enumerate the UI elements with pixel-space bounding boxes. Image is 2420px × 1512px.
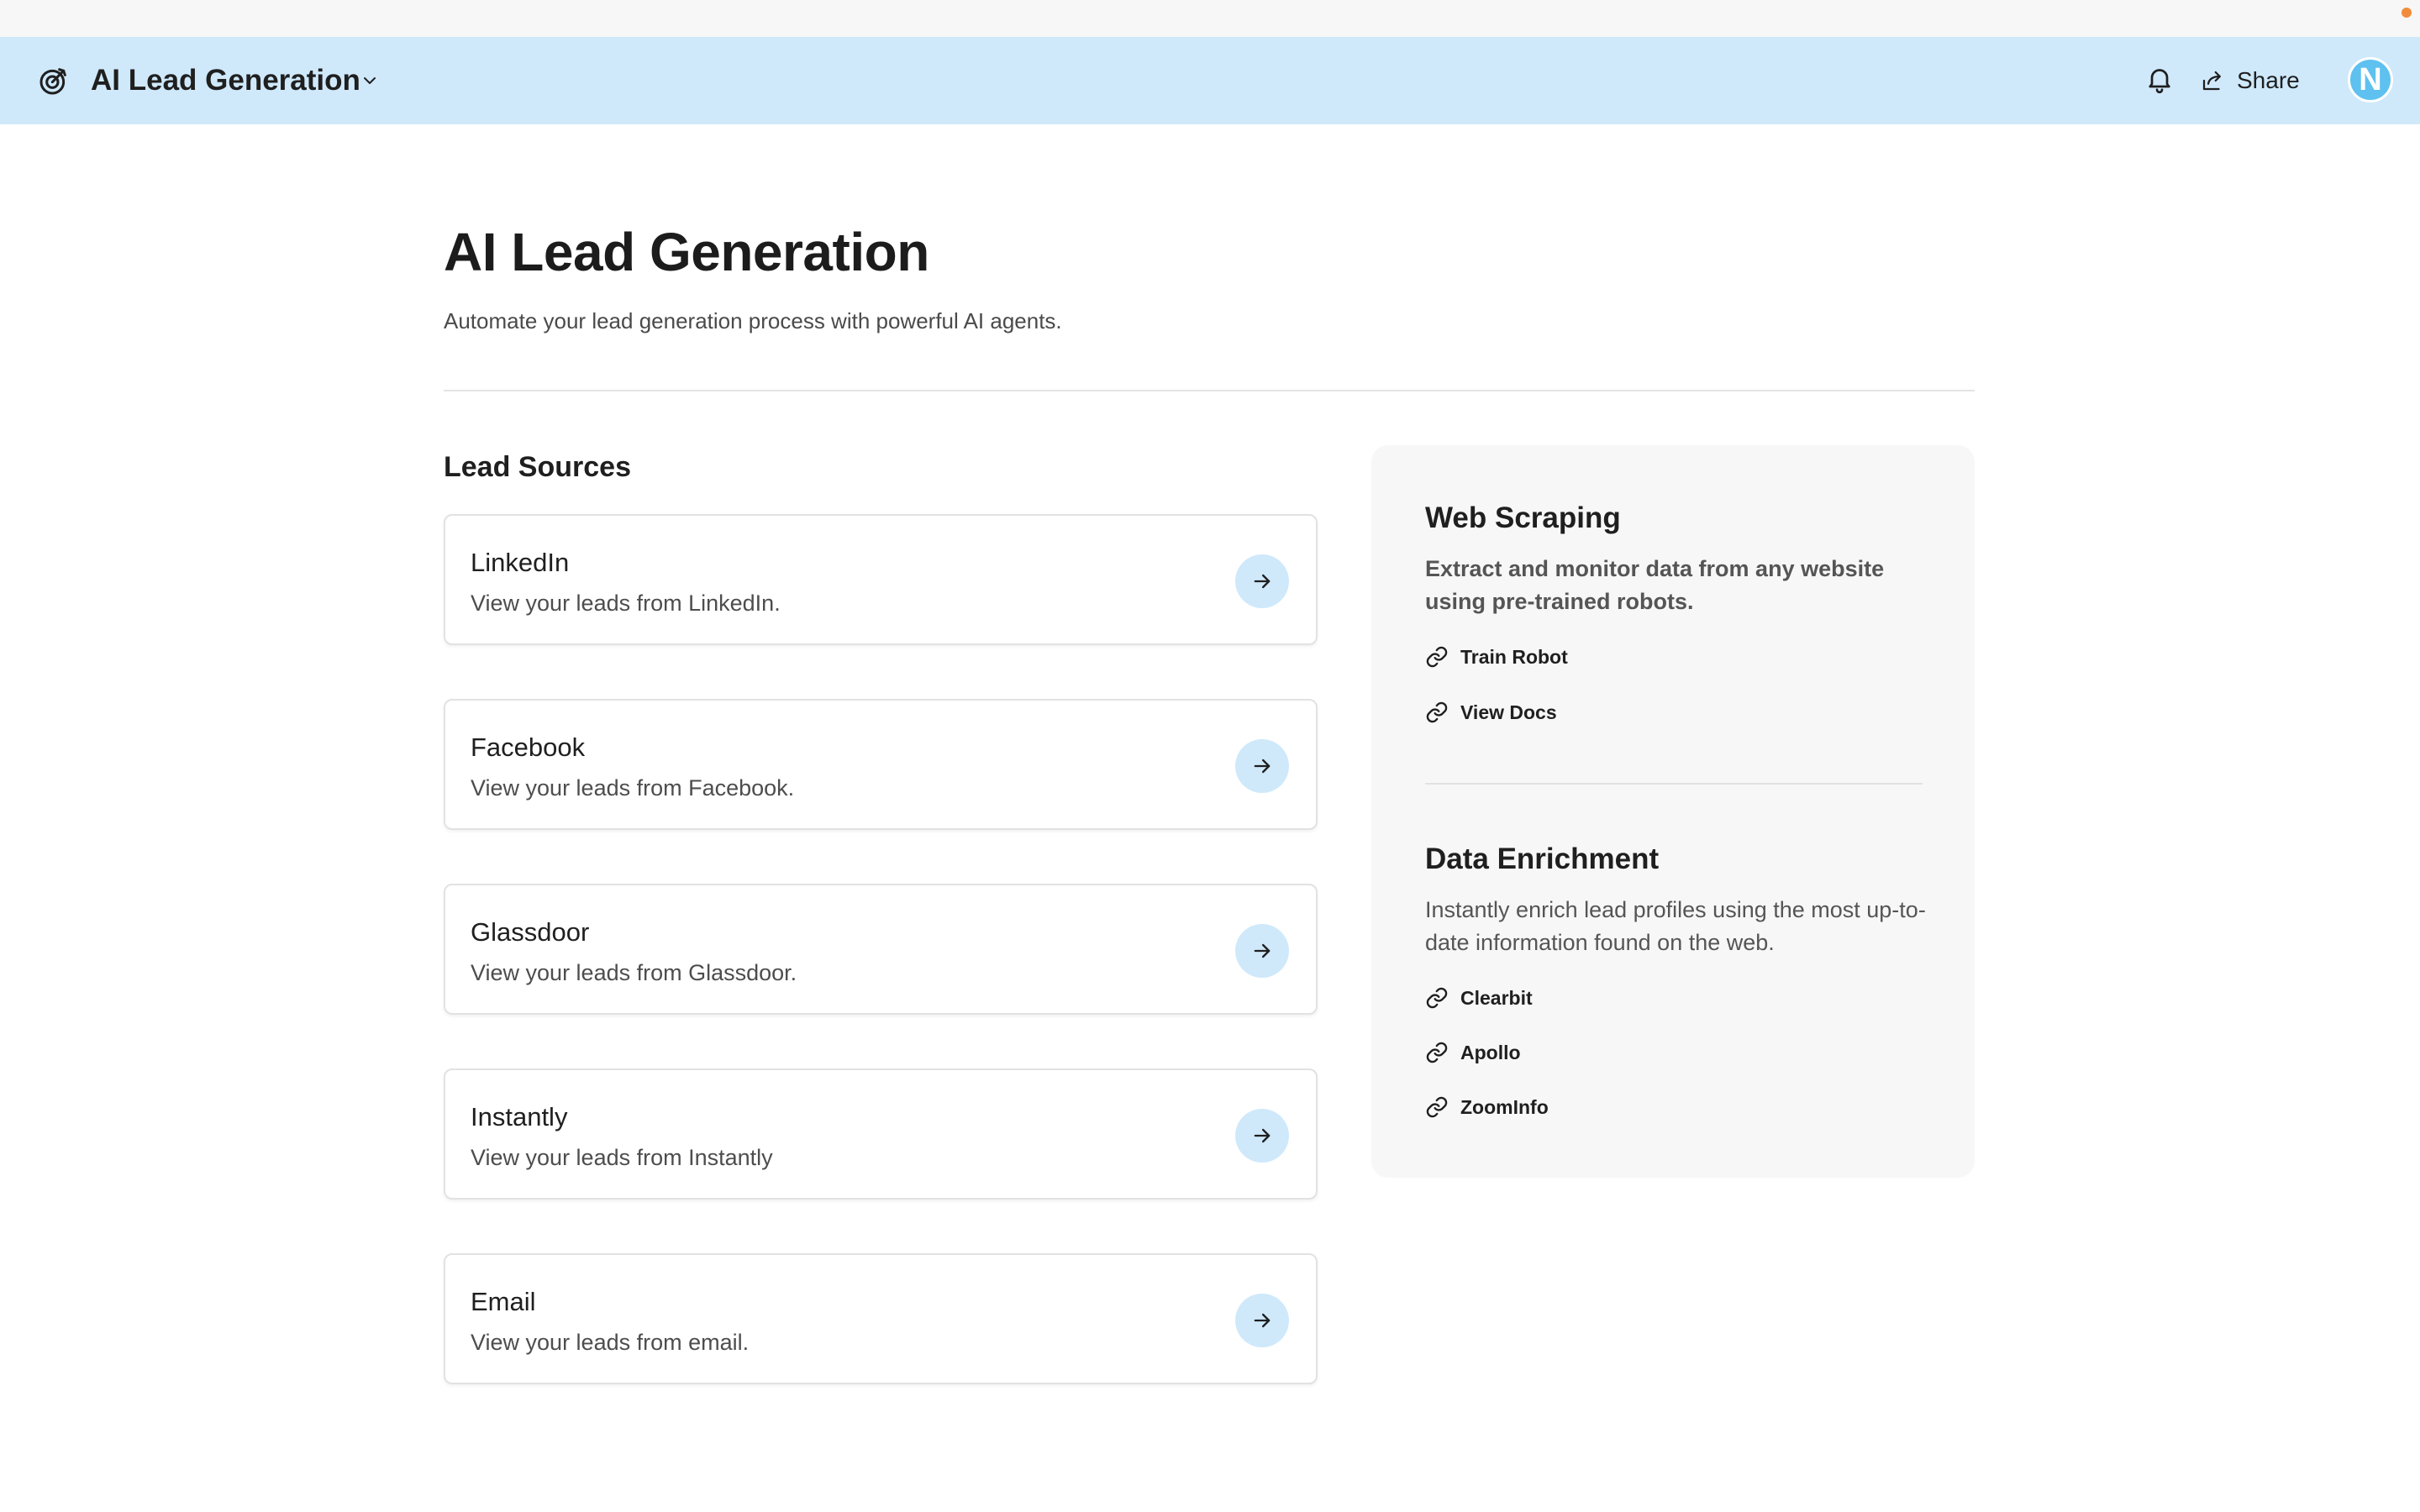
card-title: LinkedIn — [471, 548, 570, 577]
link-icon — [1426, 701, 1448, 723]
panel-divider — [1425, 783, 1923, 785]
link-label: Clearbit — [1460, 987, 1533, 1009]
open-button[interactable] — [1235, 554, 1289, 608]
open-button[interactable] — [1235, 924, 1289, 978]
share-button[interactable]: Share — [2200, 62, 2300, 99]
lead-source-card-linkedin[interactable]: LinkedIn View your leads from LinkedIn. — [444, 514, 1318, 645]
arrow-right-icon — [1254, 943, 1270, 958]
window-top-strip — [0, 0, 2420, 37]
card-description: View your leads from Glassdoor. — [471, 960, 797, 985]
web-scraping-title: Web Scraping — [1425, 501, 1621, 534]
train-robot-link[interactable]: Train Robot — [1425, 643, 1568, 670]
link-label: View Docs — [1460, 701, 1557, 723]
app-title[interactable]: AI Lead Generation — [91, 60, 360, 101]
data-enrichment-description: Instantly enrich lead profiles using the… — [1425, 897, 1926, 955]
card-description: View your leads from LinkedIn. — [471, 591, 781, 616]
tools-panel: Web Scraping Extract and monitor data fr… — [1371, 445, 1975, 1178]
view-docs-link[interactable]: View Docs — [1425, 699, 1557, 726]
link-icon — [1426, 646, 1448, 668]
share-label: Share — [2237, 67, 2300, 93]
avatar[interactable]: N — [2348, 57, 2393, 102]
open-button[interactable] — [1235, 1109, 1289, 1163]
target-icon[interactable] — [37, 64, 71, 97]
divider — [444, 390, 1975, 391]
link-icon — [1426, 1042, 1448, 1063]
open-button[interactable] — [1235, 1294, 1289, 1347]
apollo-link[interactable]: Apollo — [1425, 1039, 1521, 1066]
chevron-down-icon[interactable] — [360, 71, 380, 91]
arrow-right-icon — [1254, 574, 1270, 589]
lead-source-card-email[interactable]: Email View your leads from email. — [444, 1253, 1318, 1384]
web-scraping-description: Extract and monitor data from any websit… — [1425, 556, 1885, 614]
card-title: Facebook — [471, 732, 586, 762]
lead-source-card-instantly[interactable]: Instantly View your leads from Instantly — [444, 1068, 1318, 1200]
avatar-initial: N — [2359, 61, 2382, 97]
lead-source-card-glassdoor[interactable]: Glassdoor View your leads from Glassdoor… — [444, 884, 1318, 1015]
card-description: View your leads from email. — [471, 1330, 750, 1355]
link-label: ZoomInfo — [1460, 1096, 1549, 1118]
lead-source-card-facebook[interactable]: Facebook View your leads from Facebook. — [444, 699, 1318, 830]
card-title: Glassdoor — [471, 917, 590, 947]
zoominfo-link[interactable]: ZoomInfo — [1425, 1094, 1549, 1121]
arrow-right-icon — [1254, 759, 1270, 774]
bell-icon[interactable] — [2144, 64, 2175, 94]
lead-sources-heading: Lead Sources — [444, 451, 631, 483]
card-description: View your leads from Facebook. — [471, 775, 795, 801]
card-title: Instantly — [471, 1102, 568, 1131]
share-icon — [2202, 71, 2221, 91]
arrow-right-icon — [1254, 1313, 1270, 1328]
card-title: Email — [471, 1287, 536, 1316]
link-icon — [1426, 1096, 1448, 1118]
link-label: Train Robot — [1460, 646, 1568, 668]
link-label: Apollo — [1460, 1042, 1521, 1063]
page-title: AI Lead Generation — [444, 222, 929, 282]
card-description: View your leads from Instantly — [471, 1145, 773, 1170]
clearbit-link[interactable]: Clearbit — [1425, 984, 1533, 1011]
data-enrichment-title: Data Enrichment — [1425, 843, 1660, 875]
link-icon — [1426, 987, 1448, 1009]
arrow-right-icon — [1254, 1128, 1270, 1143]
status-dot — [2402, 8, 2412, 18]
app-header: AI Lead Generation Share N — [0, 37, 2420, 124]
open-button[interactable] — [1235, 739, 1289, 793]
page-subtitle: Automate your lead generation process wi… — [444, 308, 1062, 333]
